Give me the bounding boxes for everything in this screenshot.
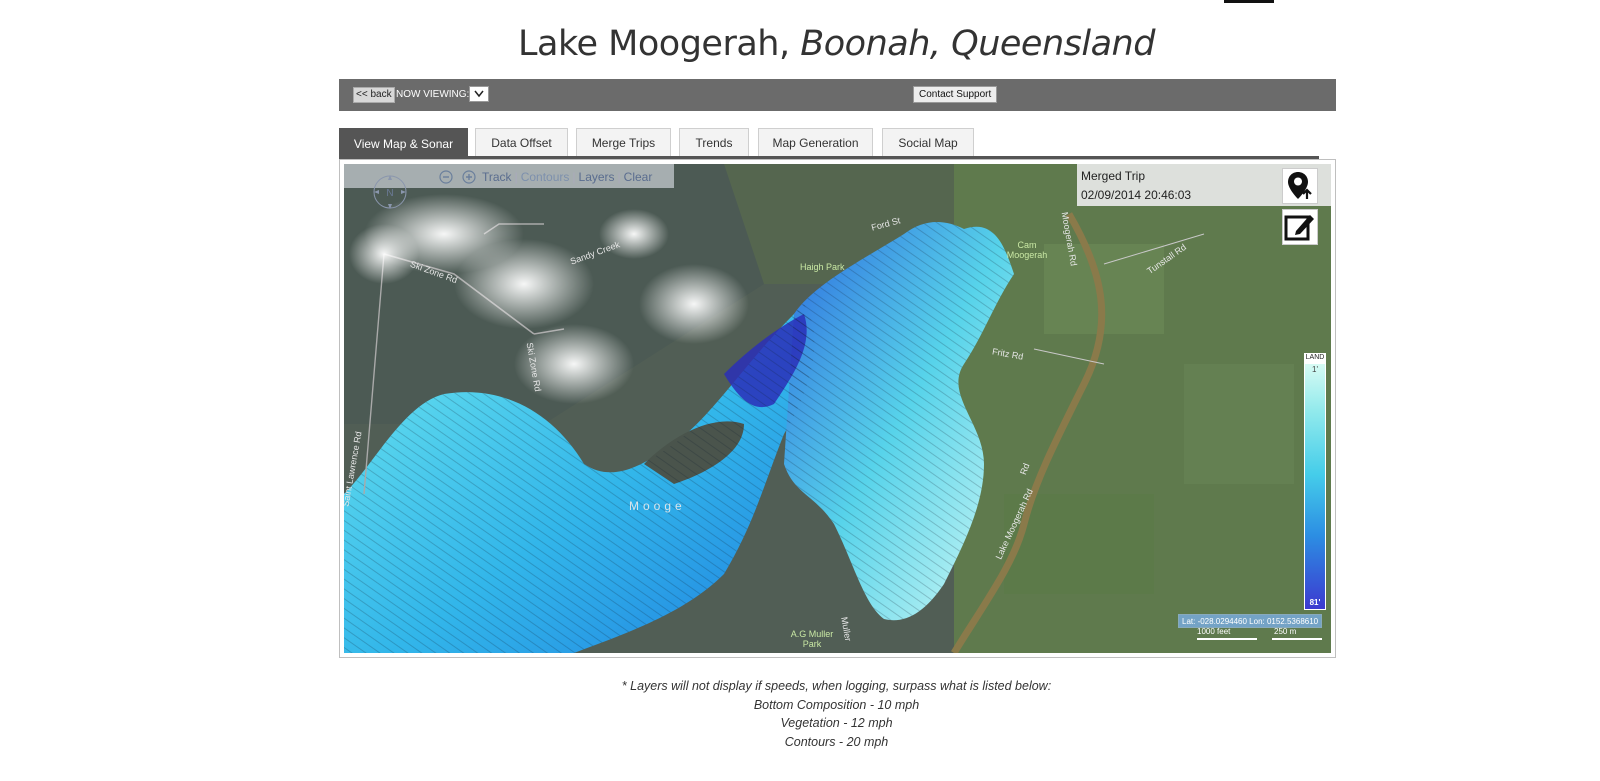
tab-trends[interactable]: Trends — [679, 128, 749, 156]
top-accent-bar — [1224, 0, 1274, 3]
zoom-out-icon[interactable] — [439, 170, 453, 184]
map-frame: Ski Zone Rd Sandy Creek Ski Zone Rd Sain… — [339, 159, 1336, 658]
label-lake-name: Mooge — [629, 499, 686, 513]
edit-icon — [1284, 215, 1314, 241]
map-pin-icon — [1288, 172, 1312, 199]
tab-social-map[interactable]: Social Map — [882, 128, 974, 156]
link-separator: | — [514, 170, 518, 184]
share-location-button[interactable] — [1282, 168, 1318, 204]
tab-data-offset[interactable]: Data Offset — [475, 128, 568, 156]
page-title: Lake Moogerah, Boonah, Queensland — [0, 24, 1600, 64]
compass-label: N — [386, 188, 393, 199]
coordinate-readout: Lat: -028.0294460 Lon: 0152.5368610 — [1178, 614, 1322, 628]
back-button[interactable]: << back — [353, 87, 395, 103]
trip-date: 02/09/2014 20:46:03 — [1081, 188, 1192, 202]
note-line: * Layers will not display if speeds, whe… — [621, 679, 1052, 693]
note-line: Vegetation - 12 mph — [780, 716, 893, 730]
layers-link[interactable]: Layers — [579, 170, 615, 184]
depth-legend: LAND 1' 81' — [1304, 353, 1326, 610]
trip-info-panel: Merged Trip 02/09/2014 20:46:03 — [1077, 164, 1331, 245]
now-viewing-label: NOW VIEWING: — [396, 89, 470, 100]
tab-map-generation[interactable]: Map Generation — [758, 128, 873, 156]
compass-icon[interactable]: N — [370, 172, 410, 212]
clear-link[interactable]: Clear — [624, 170, 653, 184]
note-line: Bottom Composition - 10 mph — [753, 697, 920, 712]
map-canvas[interactable]: Ski Zone Rd Sandy Creek Ski Zone Rd Sain… — [344, 164, 1331, 653]
legend-land-label: LAND — [1304, 353, 1326, 363]
edit-button[interactable] — [1282, 209, 1318, 245]
satellite-map — [344, 164, 1331, 653]
now-viewing-select[interactable] — [469, 86, 489, 102]
scale-bar-feet — [1197, 638, 1257, 640]
label-cam-moogerah: Cam Moogerah — [1006, 240, 1048, 260]
link-separator: | — [617, 170, 621, 184]
map-links: Track | Contours | Layers | Clear — [482, 169, 652, 185]
scale-feet-label: 1000 feet — [1197, 627, 1231, 636]
legend-min-depth: 1' — [1312, 365, 1318, 374]
label-ag-muller-park: A.G Muller Park — [790, 629, 834, 649]
page-title-location: Boonah, Queensland — [800, 24, 1155, 64]
scale-meters-label: 250 m — [1274, 627, 1297, 636]
trip-name: Merged Trip — [1081, 169, 1146, 183]
legend-gradient-bar — [1304, 363, 1326, 610]
label-haigh-park: Haigh Park — [800, 262, 845, 272]
legend-max-depth: 81' — [1309, 598, 1321, 607]
zoom-in-icon[interactable] — [462, 170, 476, 184]
speed-notes: * Layers will not display if speeds, whe… — [0, 677, 1600, 751]
page-title-lake: Lake Moogerah, — [518, 24, 790, 64]
track-link[interactable]: Track — [482, 170, 512, 184]
map-controls-bar: N Track | Contours | Layers | Clear — [344, 164, 674, 209]
note-line: Contours - 20 mph — [784, 734, 889, 749]
scale-bar-meters — [1272, 638, 1322, 640]
chevron-down-icon — [474, 90, 484, 98]
tab-merge-trips[interactable]: Merge Trips — [576, 128, 671, 156]
contours-link[interactable]: Contours — [521, 170, 570, 184]
link-separator: | — [572, 170, 576, 184]
tab-view-map-sonar[interactable]: View Map & Sonar — [339, 128, 468, 158]
viewer-toolbar: << back NOW VIEWING: Contact Support — [339, 79, 1336, 111]
contact-support-button[interactable]: Contact Support — [913, 86, 998, 103]
